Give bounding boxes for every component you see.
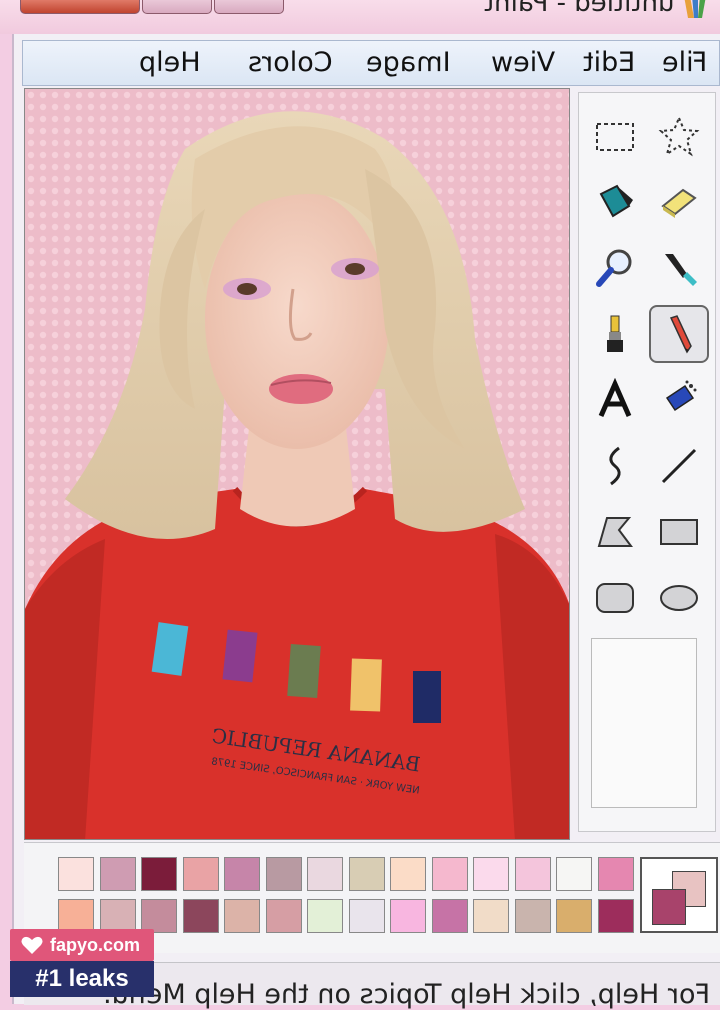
palette-swatch[interactable] — [182, 857, 219, 891]
heart-icon — [21, 936, 43, 954]
tool-box — [578, 92, 716, 832]
minimize-button[interactable] — [214, 0, 284, 14]
eraser-icon — [661, 188, 697, 218]
tool-rounded-rectangle[interactable] — [585, 569, 645, 627]
rectangle-icon — [660, 519, 698, 545]
foreground-color-swatch[interactable] — [652, 889, 686, 925]
tool-select[interactable] — [585, 107, 645, 165]
airbrush-icon — [665, 380, 697, 412]
palette-swatch[interactable] — [99, 899, 136, 933]
tool-free-form-select[interactable] — [649, 107, 709, 165]
palette-swatch[interactable] — [390, 899, 426, 933]
close-button[interactable] — [20, 0, 140, 14]
tool-magnifier[interactable] — [585, 239, 645, 297]
palette-swatch[interactable] — [224, 857, 260, 891]
palette-swatch[interactable] — [514, 857, 551, 891]
polygon-icon — [597, 517, 633, 547]
palette-swatch[interactable] — [390, 857, 426, 891]
tool-text[interactable] — [585, 371, 645, 429]
tool-rectangle[interactable] — [649, 503, 709, 561]
palette-swatch[interactable] — [431, 899, 468, 933]
watermark-site-badge: fapyo.com — [10, 929, 154, 961]
palette-swatch[interactable] — [431, 857, 468, 891]
palette-swatch[interactable] — [307, 899, 343, 933]
maximize-button[interactable] — [142, 0, 212, 14]
tool-curve[interactable] — [585, 437, 645, 495]
tool-ellipse[interactable] — [649, 569, 709, 627]
menu-help[interactable]: Help — [139, 47, 201, 78]
tool-polygon[interactable] — [585, 503, 645, 561]
palette-swatch[interactable] — [182, 899, 219, 933]
palette-swatch[interactable] — [473, 857, 509, 891]
menu-view[interactable]: View — [491, 47, 555, 78]
rounded-rect-icon — [596, 583, 634, 613]
palette-swatch[interactable] — [265, 857, 302, 891]
paint-app-icon — [684, 0, 706, 18]
eyedropper-icon — [665, 254, 697, 286]
status-text: For Help, click Help Topics on the Help … — [102, 979, 710, 1010]
palette-swatch[interactable] — [265, 899, 302, 933]
palette-swatch[interactable] — [224, 899, 260, 933]
line-icon — [661, 448, 697, 484]
palette-swatch[interactable] — [141, 857, 177, 891]
tool-pick-color[interactable] — [649, 239, 709, 297]
tool-line[interactable] — [649, 437, 709, 495]
title-bar: untitled - Paint — [0, 0, 720, 34]
tool-fill[interactable] — [585, 173, 645, 231]
ellipse-icon — [660, 585, 698, 611]
menu-file[interactable]: File — [662, 47, 707, 78]
watermark-tagline: #1 leaks — [10, 961, 154, 997]
current-colors-box[interactable] — [640, 857, 718, 933]
drawing-canvas[interactable]: BANANA REPUBLIC NEW YORK · SAN FRANCISCO… — [24, 88, 570, 840]
pencil-icon — [669, 315, 692, 354]
tool-options-panel[interactable] — [591, 638, 697, 808]
menu-colors[interactable]: Colors — [248, 47, 333, 78]
palette-swatch[interactable] — [348, 857, 385, 891]
tool-pencil[interactable] — [649, 305, 709, 363]
palette-swatch[interactable] — [99, 857, 136, 891]
star-select-icon — [658, 115, 700, 157]
palette-swatch[interactable] — [307, 857, 343, 891]
tool-airbrush[interactable] — [649, 371, 709, 429]
palette-swatch[interactable] — [556, 899, 592, 933]
magnifier-icon — [596, 249, 632, 287]
rect-select-icon — [596, 123, 634, 151]
canvas-photo: BANANA REPUBLIC NEW YORK · SAN FRANCISCO… — [25, 89, 569, 839]
brush-icon — [607, 315, 623, 352]
palette-swatch[interactable] — [514, 899, 551, 933]
menu-edit[interactable]: Edit — [583, 47, 635, 78]
palette-swatch[interactable] — [58, 899, 94, 933]
window-title: untitled - Paint — [484, 0, 675, 18]
paint-bucket-icon — [599, 184, 633, 218]
palette-swatch[interactable] — [141, 899, 177, 933]
palette-swatch[interactable] — [597, 857, 634, 891]
menu-image[interactable]: Image — [366, 47, 451, 78]
text-icon — [598, 378, 632, 418]
palette-swatch[interactable] — [597, 899, 634, 933]
palette-swatch[interactable] — [348, 899, 385, 933]
tool-eraser[interactable] — [649, 173, 709, 231]
menu-bar: File Edit View Image Colors Help — [22, 40, 720, 86]
curve-icon — [609, 446, 621, 486]
palette-swatch[interactable] — [58, 857, 94, 891]
tool-brush[interactable] — [585, 305, 645, 363]
palette-swatch[interactable] — [473, 899, 509, 933]
palette-swatch[interactable] — [556, 857, 592, 891]
watermark-site: fapyo.com — [50, 934, 141, 955]
